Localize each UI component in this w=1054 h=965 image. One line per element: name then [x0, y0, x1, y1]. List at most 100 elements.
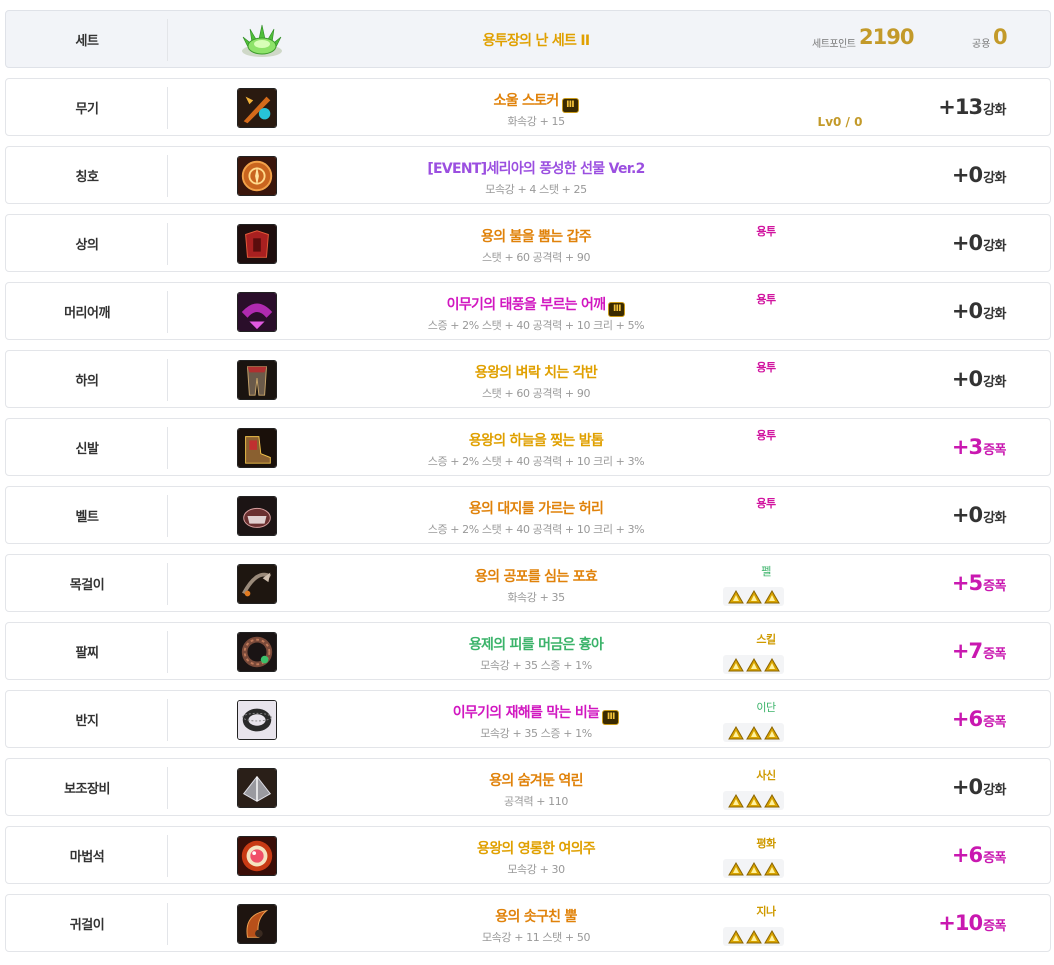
emblem-slots — [723, 927, 784, 946]
divider — [167, 767, 168, 809]
equipment-row[interactable]: 보조장비 용의 숨겨둔 역린 공격력 + 110 사신 +0강화 — [5, 758, 1051, 816]
bracelet-icon[interactable] — [237, 632, 277, 672]
equipment-row[interactable]: 칭호 [EVENT]세리아의 풍성한 선물 Ver.2 모속강 + 4 스탯 + 2… — [5, 146, 1051, 204]
item-name[interactable]: 용왕의 하늘을 찢는 발톱 — [336, 430, 736, 450]
top-armor-icon[interactable] — [237, 224, 277, 264]
slot-label: 반지 — [75, 713, 99, 729]
divider — [167, 155, 168, 197]
belt-icon[interactable] — [237, 496, 277, 536]
shoulder-icon[interactable] — [237, 292, 277, 332]
item-name[interactable]: 용제의 피를 머금은 흉아 — [336, 634, 736, 654]
emblem-icon — [727, 793, 744, 807]
emblem-icon — [763, 929, 780, 943]
emblem-icon — [727, 861, 744, 875]
item-name[interactable]: 용의 숨겨둔 역린 — [336, 770, 736, 790]
enhancement-number: +7 — [951, 639, 983, 663]
necklace-icon[interactable] — [237, 564, 277, 604]
item-name[interactable]: 이무기의 재해를 막는 비늘 Ⅲ — [336, 702, 736, 725]
slot-label: 마법석 — [69, 849, 105, 865]
item-name[interactable]: 소울 스토커 Ⅲ — [336, 90, 736, 113]
emblem-slots — [723, 859, 784, 878]
enhancement-value: +0강화 — [951, 367, 1007, 391]
item-stats: 스탯 + 60 공격력 + 90 — [481, 387, 591, 400]
emblem-icon — [763, 725, 780, 739]
item-name[interactable]: 용의 공포를 심는 포효 — [336, 566, 736, 586]
equipment-row[interactable]: 머리어깨 이무기의 태풍을 부르는 어깨 Ⅲ 스증 + 2% 스탯 + 40 공격력 … — [5, 282, 1051, 340]
equipment-row[interactable]: 하의 용왕의 벼락 치는 각반 스탯 + 60 공격력 + 90 용투 +0강화 — [5, 350, 1051, 408]
emblem-icon — [727, 657, 744, 671]
enhancement-number: +3 — [951, 435, 983, 459]
item-name-text: 용왕의 하늘을 찢는 발톱 — [468, 433, 604, 449]
enhancement-value: +13강화 — [938, 95, 1006, 119]
divider — [167, 495, 168, 537]
enhancement-value: +0강화 — [951, 503, 1007, 527]
slot-label: 귀걸이 — [69, 917, 105, 933]
item-name-text: 용의 공포를 심는 포효 — [474, 569, 598, 585]
divider — [167, 835, 168, 877]
equipment-row[interactable]: 팔찌 용제의 피를 머금은 흉아 모속강 + 35 스증 + 1% 스킬 +7증폭 — [5, 622, 1051, 680]
enhancement-number: +10 — [938, 911, 983, 935]
item-name[interactable]: 용왕의 영롱한 여의주 — [336, 838, 736, 858]
item-tag: 용투 — [756, 429, 776, 442]
enhancement-number: +0 — [951, 503, 983, 527]
enhancement-value: +0강화 — [952, 775, 1007, 799]
enhancement-value: +0강화 — [952, 299, 1007, 323]
item-name[interactable]: 이무기의 태풍을 부르는 어깨 Ⅲ — [336, 294, 736, 317]
item-stats: 공격력 + 110 — [504, 795, 568, 808]
equipment-row[interactable]: 무기 소울 스토커 Ⅲ 화속강 + 15 Lv0 / 0 +13강화 — [5, 78, 1051, 136]
emblem-icon — [727, 589, 744, 603]
equipment-row[interactable]: 신발 용왕의 하늘을 찢는 발톱 스증 + 2% 스탯 + 40 공격력 + 10 … — [5, 418, 1051, 476]
item-stats: 스증 + 2% 스탯 + 40 공격력 + 10 크리 + 3% — [427, 523, 645, 536]
equipment-row[interactable]: 벨트 용의 대지를 가르는 허리스증 + 2% 스탯 + 40 공격력 + 10 … — [5, 486, 1051, 544]
item-tag: 사신 — [756, 769, 776, 782]
enhancement-number: +6 — [951, 843, 983, 867]
emblem-icon — [763, 861, 780, 875]
item-name[interactable]: 용왕의 벼락 치는 각반 — [336, 362, 736, 382]
enhancement-unit: 강화 — [983, 103, 1006, 118]
item-tag: 용투 — [756, 361, 776, 374]
equipment-row[interactable]: 귀걸이 용의 솟구친 뿔 모속강 + 11 스탯 + 50 지나 +10증폭 — [5, 894, 1051, 952]
emblem-icon — [745, 929, 762, 943]
enhancement-unit: 증폭 — [983, 647, 1006, 662]
item-stats: 모속강 + 35 스증 + 1% — [480, 727, 592, 740]
item-name-text: 소울 스토커 — [493, 93, 559, 109]
slot-label: 칭호 — [75, 169, 99, 185]
magic-stone-icon[interactable] — [237, 836, 277, 876]
enhancement-unit: 증폭 — [983, 715, 1006, 730]
item-name[interactable]: [EVENT]세리아의 풍성한 선물 Ver.2 — [336, 158, 736, 178]
divider — [167, 427, 168, 469]
tier-mark-icon: Ⅲ — [608, 302, 626, 317]
ring-icon[interactable] — [237, 700, 277, 740]
enhancement-number: +0 — [951, 367, 983, 391]
title-icon[interactable] — [237, 156, 277, 196]
weapon-icon[interactable] — [237, 88, 277, 128]
item-tag: 이단 — [756, 701, 776, 714]
item-name[interactable]: 용의 솟구친 뿔 — [336, 906, 736, 926]
slot-label: 머리어깨 — [64, 305, 110, 321]
enhancement-unit: 강화 — [983, 307, 1006, 322]
divider — [167, 19, 168, 61]
equipment-row[interactable]: 상의 용의 불을 뿜는 갑주 스탯 + 60 공격력 + 90 용투 +0강화 — [5, 214, 1051, 272]
divider — [167, 631, 168, 673]
bottom-armor-icon[interactable] — [237, 360, 277, 400]
equipment-row[interactable]: 마법석 용왕의 영롱한 여의주 모속강 + 30 평화 +6증폭 — [5, 826, 1051, 884]
set-point-label: 세트포인트 — [812, 39, 856, 50]
divider — [167, 699, 168, 741]
item-name-text: 용왕의 벼락 치는 각반 — [474, 365, 598, 381]
equipment-row[interactable]: 반지 이무기의 재해를 막는 비늘 Ⅲ 모속강 + 35 스증 + 1% 이단 +6증폭 — [5, 690, 1051, 748]
shoes-icon[interactable] — [237, 428, 277, 468]
item-name-text: 용제의 피를 머금은 흉아 — [468, 637, 604, 653]
item-name[interactable]: 용의 대지를 가르는 허리 — [336, 498, 736, 518]
slot-label: 벨트 — [75, 509, 99, 525]
enhancement-number: +0 — [951, 163, 983, 187]
slot-label: 상의 — [75, 237, 99, 253]
set-crown-icon — [237, 19, 287, 61]
earring-icon[interactable] — [237, 904, 277, 944]
equipment-row[interactable]: 목걸이 용의 공포를 심는 포효 화속강 + 35 펠 +5증폭 — [5, 554, 1051, 612]
item-name-text: 용의 대지를 가르는 허리 — [468, 501, 604, 517]
emblem-icon — [745, 725, 762, 739]
sub-equipment-icon[interactable] — [237, 768, 277, 808]
item-name[interactable]: 용의 불을 뿜는 갑주 — [336, 226, 736, 246]
item-stats: 스탯 + 60 공격력 + 90 — [481, 251, 591, 264]
item-stats: 모속강 + 30 — [507, 863, 565, 876]
